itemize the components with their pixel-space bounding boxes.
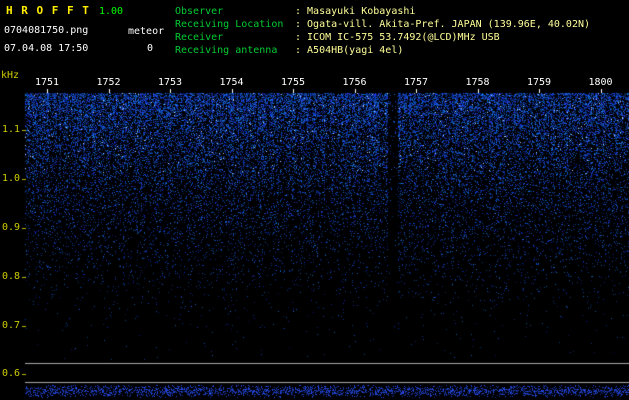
x-tick-label: 1800 xyxy=(588,78,614,88)
info-label: Receiving antenna xyxy=(175,44,295,57)
info-label: Receiver xyxy=(175,31,295,44)
x-tick-label: 1754 xyxy=(219,78,245,88)
info-line: Receiver: ICOM IC-575 53.7492(@LCD)MHz U… xyxy=(175,31,590,44)
info-label: Receiving Location xyxy=(175,18,295,31)
spectrogram-canvas xyxy=(0,0,629,400)
y-tick-label: 0.8 xyxy=(2,272,20,282)
x-tick-label: 1758 xyxy=(465,78,491,88)
info-line: Receiving antenna: A504HB(yagi 4el) xyxy=(175,44,590,57)
x-tick-label: 1756 xyxy=(342,78,368,88)
info-line: Observer: Masayuki Kobayashi xyxy=(175,5,590,18)
info-value: : Masayuki Kobayashi xyxy=(295,6,415,17)
x-tick-label: 1759 xyxy=(526,78,552,88)
hrofft-screen: H R O F F T 1.00 0704081750.png meteor 0… xyxy=(0,0,629,400)
meteor-count: 0 xyxy=(147,43,153,54)
x-tick-label: 1755 xyxy=(280,78,306,88)
x-tick-label: 1751 xyxy=(34,78,60,88)
info-line: Receiving Location: Ogata-vill. Akita-Pr… xyxy=(175,18,590,31)
y-tick-label: 1.1 xyxy=(2,125,20,135)
x-tick-label: 1753 xyxy=(157,78,183,88)
info-label: Observer xyxy=(175,5,295,18)
y-tick-label: 0.9 xyxy=(2,223,20,233)
datetime-label: 07.04.08 17:50 xyxy=(4,43,88,54)
y-tick-label: 1.0 xyxy=(2,174,20,184)
receiver-info-block: Observer: Masayuki Kobayashi Receiving Lo… xyxy=(175,5,590,57)
info-value: : A504HB(yagi 4el) xyxy=(295,45,403,56)
y-tick-label: 0.7 xyxy=(2,321,20,331)
x-tick-label: 1752 xyxy=(96,78,122,88)
y-tick-label: 0.6 xyxy=(2,369,20,379)
output-filename: 0704081750.png xyxy=(4,25,88,36)
y-axis-unit-label: kHz xyxy=(1,70,19,81)
info-value: : Ogata-vill. Akita-Pref. JAPAN (139.96E… xyxy=(295,19,590,30)
version-label: 1.00 xyxy=(99,6,123,17)
mode-label: meteor xyxy=(128,26,164,37)
x-tick-label: 1757 xyxy=(403,78,429,88)
app-title: H R O F F T xyxy=(6,5,90,16)
info-value: : ICOM IC-575 53.7492(@LCD)MHz USB xyxy=(295,32,500,43)
